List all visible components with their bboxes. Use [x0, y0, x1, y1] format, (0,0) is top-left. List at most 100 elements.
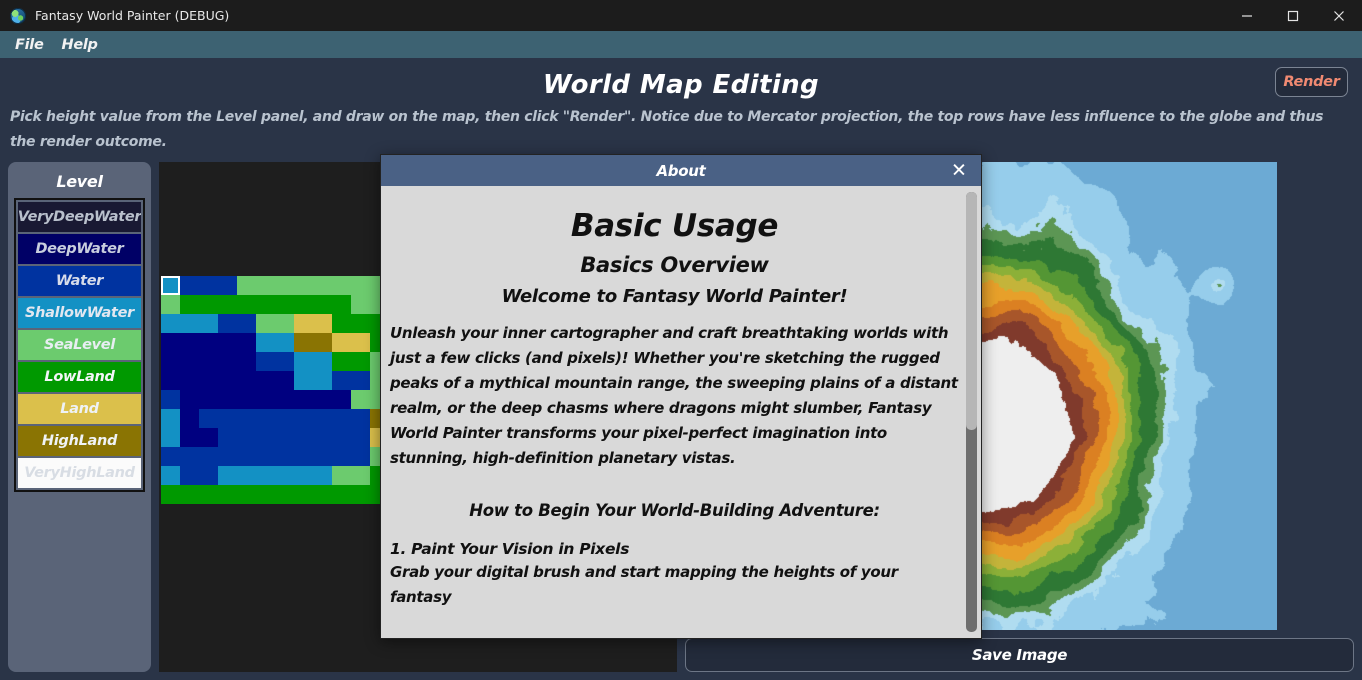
level-button-deepwater[interactable]: DeepWater: [18, 234, 141, 264]
map-cell[interactable]: [199, 409, 218, 428]
map-cell[interactable]: [218, 371, 237, 390]
map-cell[interactable]: [294, 295, 313, 314]
map-cell[interactable]: [313, 352, 332, 371]
about-scrollbar-track[interactable]: [966, 192, 977, 632]
map-cell[interactable]: [161, 485, 180, 504]
map-cell[interactable]: [199, 276, 218, 295]
map-cell[interactable]: [180, 371, 199, 390]
map-cell[interactable]: [199, 390, 218, 409]
map-cell[interactable]: [294, 428, 313, 447]
map-cell[interactable]: [256, 466, 275, 485]
map-cell[interactable]: [199, 352, 218, 371]
map-cell[interactable]: [180, 466, 199, 485]
map-cell[interactable]: [313, 314, 332, 333]
map-cell[interactable]: [218, 276, 237, 295]
menu-item-help[interactable]: Help: [54, 35, 104, 55]
map-cell[interactable]: [180, 352, 199, 371]
close-button[interactable]: [1316, 0, 1362, 31]
map-cell[interactable]: [199, 485, 218, 504]
map-cell[interactable]: [351, 390, 370, 409]
map-cell[interactable]: [332, 447, 351, 466]
map-cell[interactable]: [256, 333, 275, 352]
map-cell[interactable]: [237, 409, 256, 428]
map-cell[interactable]: [294, 314, 313, 333]
map-cell[interactable]: [256, 447, 275, 466]
map-cell[interactable]: [351, 447, 370, 466]
level-button-verydeepwater[interactable]: VeryDeepWater: [18, 202, 141, 232]
map-cell[interactable]: [313, 371, 332, 390]
map-cell[interactable]: [161, 295, 180, 314]
map-cell[interactable]: [294, 371, 313, 390]
map-cell[interactable]: [313, 390, 332, 409]
map-cell[interactable]: [275, 314, 294, 333]
map-cell[interactable]: [313, 409, 332, 428]
map-cell[interactable]: [275, 295, 294, 314]
map-cell[interactable]: [332, 409, 351, 428]
map-cell[interactable]: [218, 485, 237, 504]
map-cell[interactable]: [332, 371, 351, 390]
level-button-water[interactable]: Water: [18, 266, 141, 296]
map-cell[interactable]: [161, 390, 180, 409]
map-cell[interactable]: [180, 295, 199, 314]
map-cell[interactable]: [275, 485, 294, 504]
map-cell[interactable]: [294, 352, 313, 371]
map-cell[interactable]: [180, 276, 199, 295]
map-cell[interactable]: [351, 428, 370, 447]
map-cell[interactable]: [237, 295, 256, 314]
map-cell[interactable]: [256, 409, 275, 428]
map-cell[interactable]: [256, 276, 275, 295]
map-cell[interactable]: [237, 276, 256, 295]
map-cell[interactable]: [332, 314, 351, 333]
map-cell[interactable]: [275, 390, 294, 409]
map-cell[interactable]: [256, 428, 275, 447]
map-cell[interactable]: [332, 276, 351, 295]
map-cell[interactable]: [275, 447, 294, 466]
level-button-sealevel[interactable]: SeaLevel: [18, 330, 141, 360]
map-cell[interactable]: [294, 447, 313, 466]
map-cell[interactable]: [351, 295, 370, 314]
map-cell[interactable]: [332, 352, 351, 371]
map-cell[interactable]: [351, 333, 370, 352]
map-cell[interactable]: [180, 428, 199, 447]
map-cell[interactable]: [161, 371, 180, 390]
map-cell[interactable]: [256, 371, 275, 390]
map-cell[interactable]: [199, 428, 218, 447]
map-cell[interactable]: [351, 276, 370, 295]
map-cell[interactable]: [161, 352, 180, 371]
map-cell[interactable]: [351, 485, 370, 504]
about-scrollbar[interactable]: [966, 192, 977, 632]
map-cell[interactable]: [294, 390, 313, 409]
map-cell[interactable]: [180, 409, 199, 428]
menu-item-file[interactable]: File: [8, 35, 50, 55]
level-button-land[interactable]: Land: [18, 394, 141, 424]
map-cell[interactable]: [313, 485, 332, 504]
map-cell[interactable]: [275, 371, 294, 390]
map-cell[interactable]: [199, 447, 218, 466]
map-cell[interactable]: [332, 485, 351, 504]
map-cell[interactable]: [218, 314, 237, 333]
map-cell[interactable]: [161, 428, 180, 447]
about-scrollbar-thumb[interactable]: [966, 192, 977, 430]
map-cell[interactable]: [332, 333, 351, 352]
map-cell[interactable]: [218, 390, 237, 409]
map-cell[interactable]: [275, 409, 294, 428]
map-cell[interactable]: [237, 428, 256, 447]
map-cell[interactable]: [199, 314, 218, 333]
map-cell[interactable]: [275, 352, 294, 371]
map-cell[interactable]: [218, 409, 237, 428]
map-cell[interactable]: [351, 466, 370, 485]
map-cell[interactable]: [294, 409, 313, 428]
level-button-veryhighland[interactable]: VeryHighLand: [18, 458, 141, 488]
map-cell[interactable]: [161, 447, 180, 466]
map-cell[interactable]: [161, 409, 180, 428]
map-cell[interactable]: [313, 295, 332, 314]
map-cell[interactable]: [256, 295, 275, 314]
map-cell[interactable]: [351, 314, 370, 333]
map-cell[interactable]: [237, 352, 256, 371]
map-cell[interactable]: [313, 333, 332, 352]
map-cell[interactable]: [275, 466, 294, 485]
map-cell[interactable]: [237, 485, 256, 504]
about-dialog-body[interactable]: Basic Usage Basics Overview Welcome to F…: [381, 186, 981, 638]
map-cell[interactable]: [161, 466, 180, 485]
map-cell[interactable]: [180, 314, 199, 333]
